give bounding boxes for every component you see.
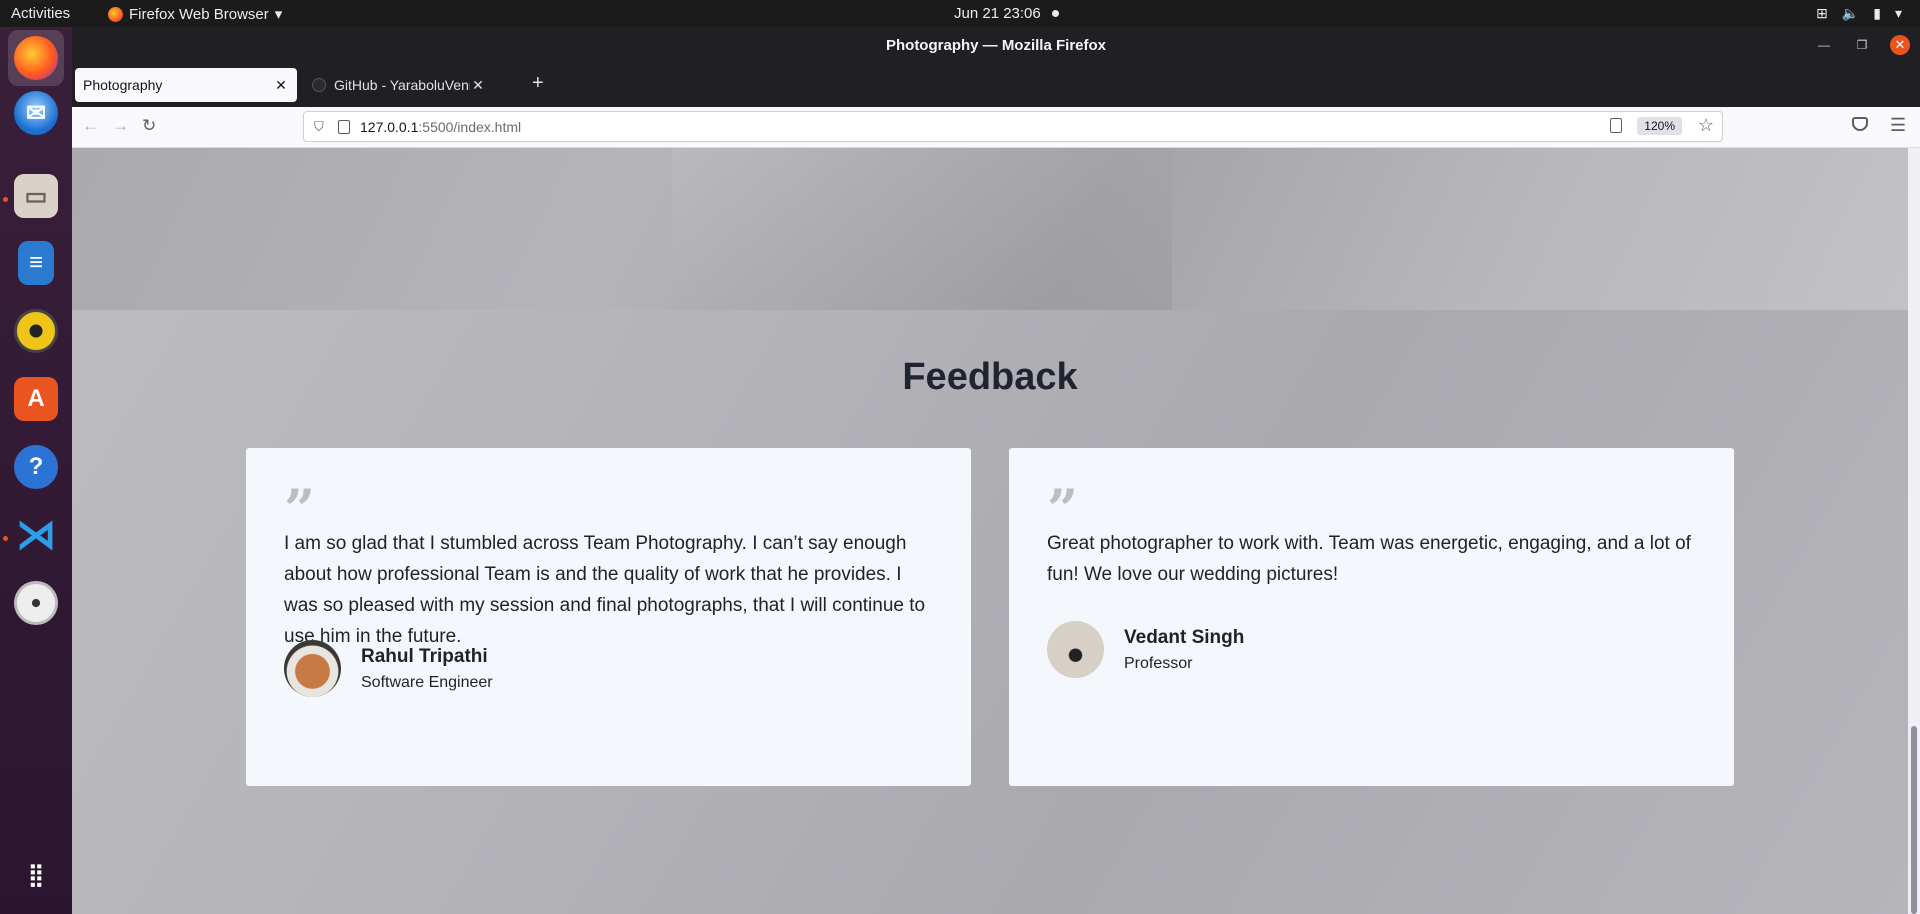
battery-icon: ▮ [1873, 5, 1881, 21]
author-role: Software Engineer [361, 673, 493, 691]
tab-github[interactable]: GitHub - YaraboluVennela ✕ [304, 68, 494, 102]
forward-arrow-icon[interactable]: → [112, 116, 129, 136]
author-name: Vedant Singh [1124, 626, 1245, 648]
software-center-icon: A [14, 377, 58, 421]
section-title: Feedback [902, 356, 1078, 398]
url-bar[interactable]: ⛉ 127.0.0.1 :5500/index.html 120% ☆ [303, 111, 1723, 142]
close-window-button[interactable]: ✕ [1890, 35, 1910, 55]
scrollbar-thumb[interactable] [1911, 726, 1917, 914]
chevron-down-icon: ▾ [274, 6, 283, 23]
tab-photography[interactable]: Photography ✕ [75, 68, 297, 102]
dock-firefox[interactable] [8, 30, 64, 86]
firefox-icon [14, 36, 58, 80]
folder-icon: ▭ [14, 174, 58, 218]
close-icon[interactable]: ✕ [273, 77, 289, 94]
show-apps-button[interactable]: ⣿ [8, 853, 64, 897]
volume-icon: 🔈 [1841, 5, 1860, 21]
restore-icon[interactable]: ❐ [1852, 35, 1872, 55]
window-title: Photography — Mozilla Firefox [885, 37, 1106, 54]
disc-icon [14, 581, 58, 625]
dock-disc[interactable] [8, 575, 64, 631]
thunderbird-icon: ✉ [14, 91, 58, 135]
zoom-level-button[interactable]: 120% [1637, 117, 1682, 135]
new-tab-button[interactable]: + [532, 72, 544, 95]
hamburger-menu-icon[interactable]: ☰ [1890, 115, 1906, 136]
url-path: :5500/index.html [418, 118, 522, 135]
minimize-icon[interactable]: — [1814, 35, 1834, 55]
activities-button[interactable]: Activities [11, 5, 70, 22]
avatar [1047, 621, 1104, 678]
page-info-icon[interactable] [338, 119, 350, 134]
author: Rahul Tripathi Software Engineer [284, 640, 493, 697]
pocket-icon[interactable] [1852, 117, 1868, 131]
tab-title: Photography [83, 77, 163, 93]
close-icon[interactable]: ✕ [470, 77, 486, 94]
clock[interactable]: Jun 21 23:06 [954, 5, 1041, 22]
system-top-bar: Activities Firefox Web Browser ▾ Jun 21 … [0, 0, 1920, 27]
dock-files[interactable]: ▭ [8, 168, 64, 224]
tab-strip: Photography ✕ GitHub - YaraboluVennela ✕… [72, 64, 1920, 107]
hero-background [72, 148, 1908, 310]
testimonial-text: I am so glad that I stumbled across Team… [284, 533, 926, 647]
dock-help[interactable]: ? [8, 439, 64, 495]
app-menu[interactable]: Firefox Web Browser ▾ [108, 5, 282, 23]
feedback-section: Feedback ” I am so glad that I stumbled … [72, 310, 1908, 914]
author: Vedant Singh Professor [1047, 621, 1244, 678]
dock: ✉ ▭ ≡ A ? ⋊ ⣿ [0, 27, 72, 914]
window-titlebar: Photography — Mozilla Firefox — ❐ ✕ [72, 27, 1920, 64]
testimonial-text: Great photographer to work with. Team wa… [1047, 533, 1691, 585]
network-icon: ⊞ [1816, 5, 1828, 21]
notification-dot [1052, 10, 1059, 17]
feedback-card: ” I am so glad that I stumbled across Te… [246, 448, 971, 786]
feedback-card: ” Great photographer to work with. Team … [1009, 448, 1734, 786]
author-role: Professor [1124, 654, 1193, 672]
github-icon [312, 78, 326, 92]
dock-software[interactable]: A [8, 371, 64, 427]
reload-icon[interactable]: ↻ [142, 116, 156, 136]
vscode-icon: ⋊ [16, 513, 56, 557]
author-name: Rahul Tripathi [361, 645, 488, 667]
page-viewport: Feedback ” I am so glad that I stumbled … [72, 148, 1920, 914]
dock-vscode[interactable]: ⋊ [8, 507, 64, 563]
dock-thunderbird[interactable]: ✉ [8, 85, 64, 141]
dock-rhythmbox[interactable] [8, 303, 64, 359]
system-tray[interactable]: ⊞ 🔈 ▮ ▾ [1816, 5, 1902, 22]
reader-view-icon[interactable] [1610, 118, 1622, 133]
speaker-icon [14, 309, 58, 353]
grid-icon: ⣿ [27, 862, 45, 887]
chevron-down-icon: ▾ [1894, 5, 1902, 21]
document-icon: ≡ [18, 241, 54, 285]
tab-title: GitHub - YaraboluVennela [334, 77, 470, 93]
navigation-toolbar: ← → ↻ ⛉ 127.0.0.1 :5500/index.html 120% … [72, 107, 1920, 148]
avatar [284, 640, 341, 697]
bookmark-star-icon[interactable]: ☆ [1698, 115, 1714, 136]
help-icon: ? [14, 445, 58, 489]
browser-window: Photography — Mozilla Firefox — ❐ ✕ Phot… [72, 27, 1920, 914]
dock-writer[interactable]: ≡ [8, 235, 64, 291]
back-arrow-icon[interactable]: ← [82, 116, 99, 136]
shield-icon[interactable]: ⛉ [314, 119, 328, 135]
url-host: 127.0.0.1 [360, 118, 419, 135]
scrollbar[interactable] [1908, 148, 1920, 914]
app-menu-label: Firefox Web Browser [129, 5, 269, 23]
firefox-icon [108, 6, 123, 22]
